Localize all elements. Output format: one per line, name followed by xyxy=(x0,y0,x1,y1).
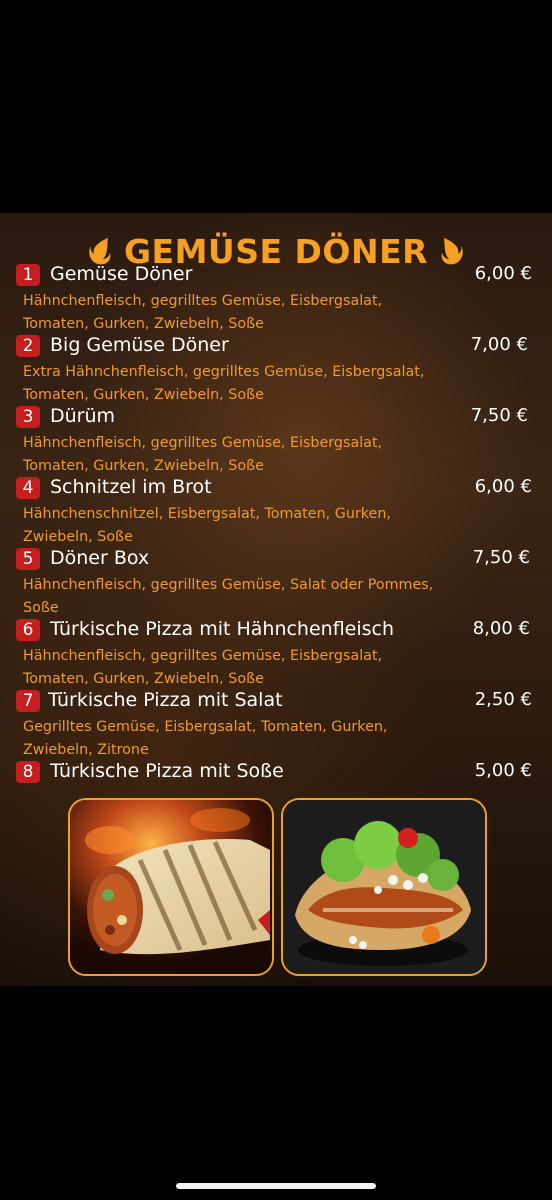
durum-wrap-photo xyxy=(68,798,274,976)
flame-icon-left xyxy=(89,238,111,265)
item-description: Hähnchenfleisch, gegrilltes Gemüse, Eisb… xyxy=(23,648,383,687)
doner-sandwich-photo xyxy=(281,798,487,976)
item-name: Dürüm xyxy=(50,405,116,427)
item-price: 7,50 € xyxy=(470,405,528,426)
item-price: 2,50 € xyxy=(474,689,532,710)
menu-item: 1 Gemüse Döner 6,00 € Hähnchenfleisch, g… xyxy=(0,263,552,335)
item-name: Döner Box xyxy=(50,547,150,569)
item-description: Hähnchenfleisch, gegrilltes Gemüse, Eisb… xyxy=(23,293,383,332)
item-description: Hähnchenfleisch, gegrilltes Gemüse, Eisb… xyxy=(23,435,383,474)
menu-item: 6 Türkische Pizza mit Hähnchenfleisch 8,… xyxy=(0,618,552,690)
home-indicator[interactable] xyxy=(176,1183,376,1189)
item-description: Hähnchenschnitzel, Eisbergsalat, Tomaten… xyxy=(23,506,391,545)
item-price: 7,00 € xyxy=(470,334,528,355)
item-number-badge: 6 xyxy=(16,619,40,641)
item-name: Gemüse Döner xyxy=(50,263,193,285)
item-price: 7,50 € xyxy=(472,547,530,568)
item-price: 8,00 € xyxy=(472,618,530,639)
item-number-badge: 1 xyxy=(16,264,40,286)
item-name: Big Gemüse Döner xyxy=(50,334,229,356)
item-description: Gegrilltes Gemüse, Eisbergsalat, Tomaten… xyxy=(23,719,388,758)
menu-item: 7 Türkische Pizza mit Salat 2,50 € Gegri… xyxy=(0,689,552,761)
item-name: Türkische Pizza mit Hähnchenfleisch xyxy=(50,618,395,640)
item-number-badge: 8 xyxy=(16,761,40,783)
item-description: Extra Hähnchenfleisch, gegrilltes Gemüse… xyxy=(23,364,425,403)
menu-panel: GEMÜSE DÖNER 1 Gemüse Döner 6,00 € Hähnc… xyxy=(0,213,552,986)
flame-icon-right xyxy=(441,238,463,265)
menu-item: 3 Dürüm 7,50 € Hähnchenfleisch, gegrillt… xyxy=(0,405,552,477)
item-number-badge: 3 xyxy=(16,406,40,428)
item-name: Türkische Pizza mit Salat xyxy=(48,689,283,711)
item-price: 5,00 € xyxy=(474,760,532,781)
item-number-badge: 7 xyxy=(16,690,40,712)
item-number-badge: 4 xyxy=(16,477,40,499)
item-number-badge: 5 xyxy=(16,548,40,570)
menu-item: 5 Döner Box 7,50 € Hähnchenfleisch, gegr… xyxy=(0,547,552,619)
item-name: Türkische Pizza mit Soße xyxy=(50,760,284,782)
item-name: Schnitzel im Brot xyxy=(50,476,212,498)
item-description: Hähnchenfleisch, gegrilltes Gemüse, Sala… xyxy=(23,577,434,616)
item-number-badge: 2 xyxy=(16,335,40,357)
menu-item: 2 Big Gemüse Döner 7,00 € Extra Hähnchen… xyxy=(0,334,552,406)
item-price: 6,00 € xyxy=(474,476,532,497)
menu-item: 4 Schnitzel im Brot 6,00 € Hähnchenschni… xyxy=(0,476,552,548)
item-price: 6,00 € xyxy=(474,263,532,284)
